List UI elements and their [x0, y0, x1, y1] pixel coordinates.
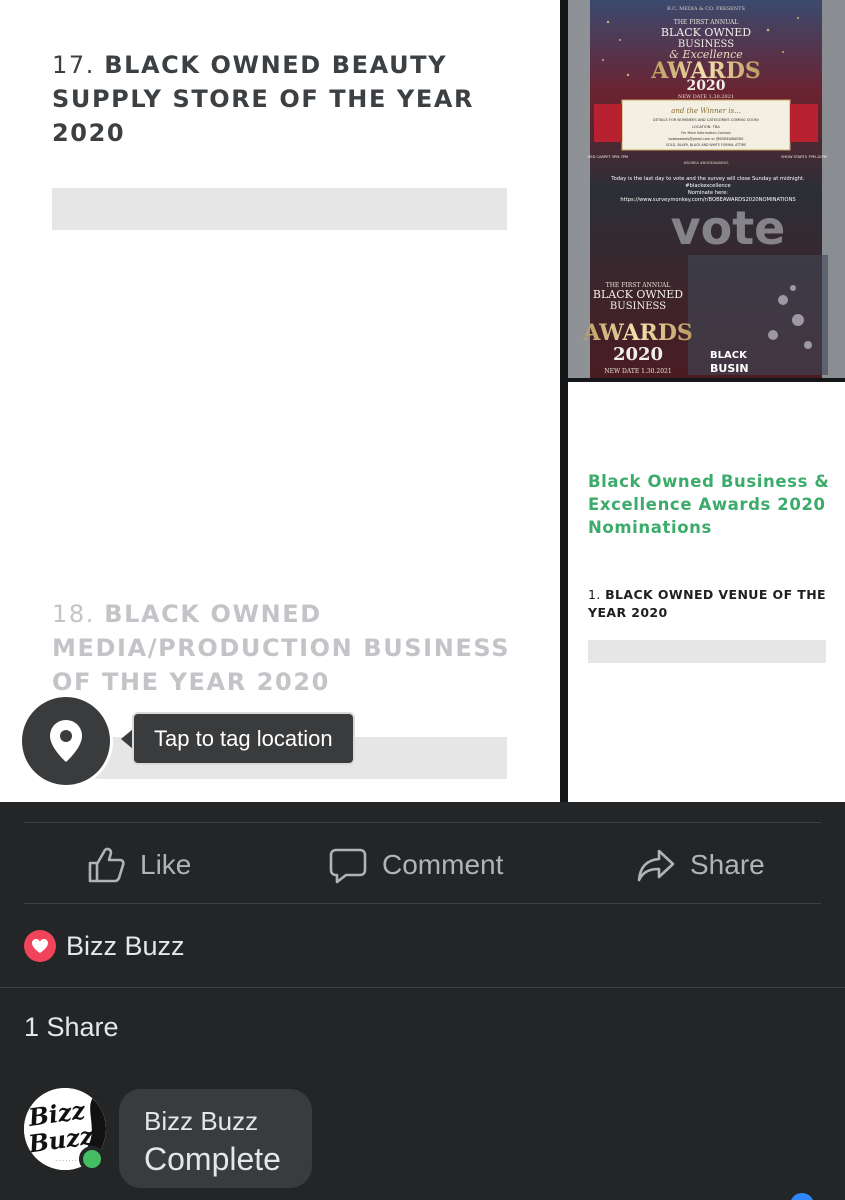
photo-nominations-form[interactable]: Black Owned Business & Excellence Awards… — [568, 382, 845, 802]
tag-location-button[interactable] — [19, 694, 113, 788]
photo-survey-page[interactable]: 17. BLACK OWNED BEAUTY SUPPLY STORE OF T… — [0, 0, 560, 802]
form-question-1: 1. BLACK OWNED VENUE OF THE YEAR 2020 — [588, 586, 833, 622]
question-text: BLACK OWNED BEAUTY SUPPLY STORE OF THE Y… — [52, 51, 475, 147]
poster-show-starts: SHOW STARTS 7PM-10PM — [781, 155, 827, 159]
poster-winner: and the Winner is... — [671, 107, 741, 115]
question-number: 17. — [52, 51, 95, 79]
poster-vote-word: vote — [671, 201, 786, 255]
reactions-summary[interactable]: Bizz Buzz — [24, 926, 185, 966]
poster-line3-bottom: BUSINESS — [610, 301, 666, 312]
comment-label: Comment — [382, 849, 504, 880]
awards-poster-image: B.C. MEDIA & CO. PRESENTS THE FIRST ANNU… — [568, 0, 845, 378]
poster-red-carpet: RED CARPET 5PM-7PM — [588, 155, 628, 159]
poster-line6-bottom: 2020 — [613, 344, 663, 365]
poster-attire: GOLD, SILVER, BLACK AND WHITE FORMAL ATT… — [666, 143, 746, 147]
comment-button[interactable]: Comment — [328, 840, 503, 890]
poster-location: LOCATION: TBA — [692, 125, 720, 129]
poster-line7-bottom: NEW DATE 1.30.2021 — [604, 368, 671, 375]
poster-vote-note: Today is the last day to vote and the su… — [611, 176, 805, 189]
poster-hashtags: #BOBEA #BOBEAWARDS — [683, 161, 729, 165]
poster-line6: 2020 — [687, 78, 726, 94]
poster-details: DETAILS FOR NOMINEES AND CATEGORIES COMI… — [653, 118, 759, 122]
survey-question-18: 18. BLACK OWNED MEDIA/PRODUCTION BUSINES… — [52, 597, 522, 699]
reactor-name: Bizz Buzz — [66, 930, 185, 961]
notification-indicator — [790, 1193, 814, 1200]
online-status-indicator — [79, 1146, 105, 1172]
comment-icon — [329, 848, 367, 884]
question-text: BLACK OWNED VENUE OF THE YEAR 2020 — [588, 587, 826, 620]
svg-text:· · · · · · · ·: · · · · · · · · — [56, 1158, 80, 1164]
form-heading: Black Owned Business & Excellence Awards… — [588, 472, 830, 537]
share-button[interactable]: Share — [636, 840, 765, 890]
shared-post-bubble[interactable]: Bizz Buzz Complete — [119, 1089, 312, 1188]
question-number: 18. — [52, 600, 95, 628]
share-label: Share — [690, 849, 765, 880]
question-text: BLACK OWNED MEDIA/PRODUCTION BUSINESS OF… — [52, 600, 511, 696]
poster-corner-text1: BLACK — [710, 350, 748, 361]
thumbs-up-icon — [88, 847, 125, 883]
sharer-name[interactable]: Bizz Buzz — [144, 1105, 312, 1137]
like-label: Like — [140, 849, 192, 880]
poster-nominate: Nominate here: — [687, 190, 729, 196]
survey-question-17: 17. BLACK OWNED BEAUTY SUPPLY STORE OF T… — [52, 48, 522, 150]
poster-line2-bottom: BLACK OWNED — [593, 288, 683, 301]
photo-grid[interactable]: 17. BLACK OWNED BEAUTY SUPPLY STORE OF T… — [0, 0, 845, 802]
poster-line5-bottom: AWARDS — [582, 320, 693, 346]
poster-email: bobeawards@gmail.com or @BOBEAWARDS — [669, 137, 744, 141]
share-count[interactable]: 1 Share — [24, 1012, 119, 1043]
answer-field — [52, 188, 507, 230]
like-button[interactable]: Like — [86, 840, 191, 890]
photo-awards-poster[interactable]: B.C. MEDIA & CO. PRESENTS THE FIRST ANNU… — [568, 0, 845, 378]
divider — [0, 987, 845, 988]
poster-line2: BLACK OWNED — [661, 26, 751, 39]
share-arrow-icon — [637, 849, 675, 882]
answer-field — [588, 640, 826, 663]
question-number: 1. — [588, 587, 601, 602]
poster-contact: For More Information Contact — [681, 131, 731, 135]
tag-location-tooltip: Tap to tag location — [132, 712, 355, 765]
heart-icon — [24, 930, 56, 962]
divider — [24, 822, 821, 823]
divider — [24, 903, 821, 904]
poster-line1: THE FIRST ANNUAL — [674, 19, 739, 26]
poster-line7: NEW DATE 1.30.2021 — [678, 94, 734, 100]
location-pin-icon — [50, 720, 82, 762]
share-message: Complete — [144, 1141, 281, 1177]
poster-publisher: B.C. MEDIA & CO. PRESENTS — [667, 6, 745, 12]
poster-corner-text2: BUSIN — [710, 362, 749, 375]
